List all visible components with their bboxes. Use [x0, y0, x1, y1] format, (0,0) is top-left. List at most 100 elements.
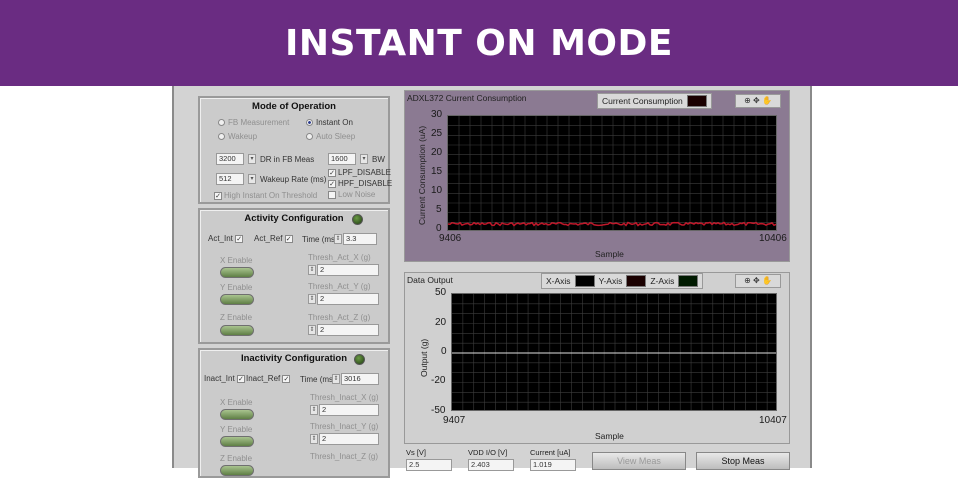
wakeup-rate-label: Wakeup Rate (ms) [260, 175, 327, 184]
axis-legend[interactable]: X-Axis Y-Axis Z-Axis [541, 273, 704, 289]
x-tick-min: 9406 [439, 233, 462, 244]
wakeup-rate-input[interactable]: 512 [216, 173, 244, 185]
inactivity-time-label: Time (ms) [300, 375, 336, 384]
z-enable-label: Z Enable [220, 454, 253, 463]
app-window: Mode of Operation FB Measurement Instant… [172, 86, 812, 478]
x-tick-max: 10406 [759, 233, 787, 244]
x-tick-min: 9407 [443, 415, 466, 426]
y-tick: 25 [431, 128, 443, 139]
dr-dropdown-icon[interactable]: ▾ [248, 154, 256, 164]
z-enable-toggle[interactable] [220, 325, 254, 336]
thresh-act-x-label: Thresh_Act_X (g) [308, 253, 371, 262]
high-instant-on-threshold-checkbox[interactable]: ✓ High Instant On Threshold [214, 191, 317, 200]
activity-configuration-panel: Activity Configuration Act_Int ✓ Act_Ref… [198, 208, 390, 344]
graph-title: Data Output [407, 275, 453, 285]
y-axis-label: Current Consumption (uA) [417, 125, 427, 225]
x-axis-legend-label: X-Axis [546, 276, 571, 286]
inactivity-time-input[interactable]: 3016 [341, 373, 379, 385]
activity-time-input[interactable]: 3.3 [343, 233, 377, 245]
z-enable-toggle[interactable] [220, 465, 254, 476]
current-value: 1.019 [530, 459, 576, 471]
data-output-graph: Data Output X-Axis Y-Axis Z-Axis ⊕ ✥ ✋ 5… [404, 272, 790, 444]
stop-meas-button[interactable]: Stop Meas [696, 452, 790, 470]
y-enable-toggle[interactable] [220, 436, 254, 447]
y-axis-swatch [626, 275, 647, 287]
y-axis-label: Output (g) [419, 338, 429, 377]
bw-dropdown-icon[interactable]: ▾ [360, 154, 368, 164]
thresh-act-y-input[interactable]: 2 [317, 293, 379, 305]
x-axis-label: Sample [595, 431, 624, 441]
radio-wakeup[interactable]: Wakeup [218, 132, 257, 141]
thresh-z-stepper-icon[interactable]: ⇕ [308, 325, 316, 335]
thresh-inact-y-input[interactable]: 2 [319, 433, 379, 445]
thresh-inact-x-label: Thresh_Inact_X (g) [310, 393, 379, 402]
current-consumption-plot[interactable] [447, 115, 777, 231]
y-enable-label: Y Enable [220, 283, 253, 292]
inact-int-checkbox[interactable]: Inact_Int ✓ [204, 374, 247, 383]
z-enable-label: Z Enable [220, 313, 253, 322]
vdd-io-value: 2.403 [468, 459, 514, 471]
act-ref-checkbox[interactable]: Act_Ref ✓ [254, 234, 295, 243]
x-tick-max: 10407 [759, 415, 787, 426]
inactivity-led-icon [354, 354, 365, 365]
y-axis-legend-label: Y-Axis [598, 276, 623, 286]
wakeup-dropdown-icon[interactable]: ▾ [248, 174, 256, 184]
y-tick: 20 [435, 317, 447, 328]
data-output-plot[interactable] [451, 293, 777, 411]
x-enable-label: X Enable [220, 256, 253, 265]
y-tick: 20 [431, 147, 443, 158]
z-axis-swatch [678, 275, 699, 287]
z-axis-legend-label: Z-Axis [650, 276, 675, 286]
thresh-act-z-label: Thresh_Act_Z (g) [308, 313, 371, 322]
data-output-svg [452, 294, 776, 410]
hpf-disable-checkbox[interactable]: ✓ HPF_DISABLE [328, 179, 392, 188]
thresh-y-stepper-icon[interactable]: ⇕ [310, 434, 318, 444]
vdd-io-label: VDD I/O [V] [468, 448, 508, 457]
radio-auto-sleep[interactable]: Auto Sleep [306, 132, 355, 141]
x-axis-label: Sample [595, 249, 624, 259]
vs-value: 2.5 [406, 459, 452, 471]
graph-palette-tools[interactable]: ⊕ ✥ ✋ [735, 274, 781, 288]
activity-time-label: Time (ms) [302, 235, 338, 244]
y-tick: 30 [431, 109, 443, 120]
y-tick: -20 [431, 375, 446, 386]
activity-time-stepper-icon[interactable]: ⇕ [334, 234, 342, 244]
graph-title: ADXL372 Current Consumption [407, 93, 527, 103]
radio-fb-measurement[interactable]: FB Measurement [218, 118, 289, 127]
y-enable-toggle[interactable] [220, 294, 254, 305]
x-enable-label: X Enable [220, 398, 253, 407]
thresh-act-z-input[interactable]: 2 [317, 324, 379, 336]
current-consumption-graph: ADXL372 Current Consumption Current Cons… [404, 90, 790, 262]
y-tick: 0 [441, 346, 447, 357]
x-enable-toggle[interactable] [220, 267, 254, 278]
current-label: Current [uA] [530, 448, 571, 457]
thresh-inact-x-input[interactable]: 2 [319, 404, 379, 416]
y-tick: 5 [436, 204, 442, 215]
thresh-x-stepper-icon[interactable]: ⇕ [308, 265, 316, 275]
y-tick: 15 [431, 166, 443, 177]
vs-label: Vs [V] [406, 448, 427, 457]
thresh-y-stepper-icon[interactable]: ⇕ [308, 294, 316, 304]
current-trace-svg [448, 116, 776, 230]
radio-instant-on[interactable]: Instant On [306, 118, 353, 127]
thresh-act-x-input[interactable]: 2 [317, 264, 379, 276]
y-tick: 10 [431, 185, 443, 196]
x-axis-swatch [574, 275, 595, 287]
act-int-checkbox[interactable]: Act_Int ✓ [208, 234, 245, 243]
inactivity-configuration-panel: Inactivity Configuration Inact_Int ✓ Ina… [198, 348, 390, 478]
lpf-disable-checkbox[interactable]: ✓ LPF_DISABLE [328, 168, 391, 177]
thresh-x-stepper-icon[interactable]: ⇕ [310, 405, 318, 415]
y-tick: 50 [435, 287, 447, 298]
thresh-inact-z-label: Thresh_Inact_Z (g) [310, 452, 379, 461]
dr-input[interactable]: 3200 [216, 153, 244, 165]
activity-led-icon [352, 214, 363, 225]
graph-palette-tools[interactable]: ⊕ ✥ ✋ [735, 94, 781, 108]
inactivity-time-stepper-icon[interactable]: ⇕ [332, 374, 340, 384]
bw-input[interactable]: 1600 [328, 153, 356, 165]
x-enable-toggle[interactable] [220, 409, 254, 420]
inact-ref-checkbox[interactable]: Inact_Ref ✓ [246, 374, 292, 383]
low-noise-checkbox[interactable]: Low Noise [328, 190, 375, 199]
view-meas-button[interactable]: View Meas [592, 452, 686, 470]
y-enable-label: Y Enable [220, 425, 253, 434]
current-consumption-legend[interactable]: Current Consumption [597, 93, 712, 109]
